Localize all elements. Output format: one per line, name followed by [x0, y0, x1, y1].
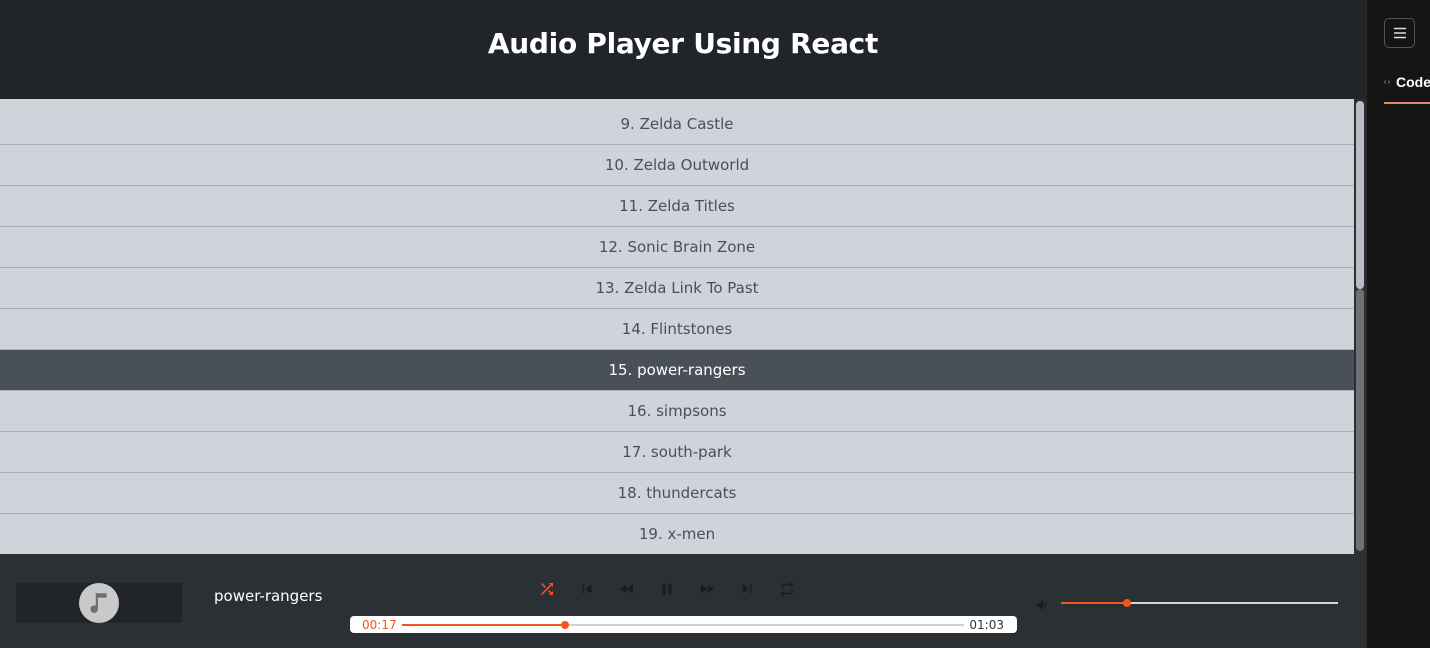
- skip-previous-icon: [582, 584, 592, 594]
- tab-code-label: Code: [1396, 74, 1430, 90]
- playlist-item[interactable]: 13. Zelda Link To Past: [0, 268, 1354, 309]
- page-title: Audio Player Using React: [487, 27, 879, 60]
- track-label: 13. Zelda Link To Past: [595, 279, 759, 297]
- scrollbar-thumb[interactable]: [1356, 101, 1364, 289]
- playlist-item[interactable]: 9. Zelda Castle: [0, 99, 1354, 145]
- track-label: 18. thundercats: [617, 484, 737, 502]
- track-label: 17. south-park: [622, 443, 732, 461]
- header: Audio Player Using React: [0, 0, 1366, 99]
- volume-handle[interactable]: [1123, 599, 1132, 607]
- track-label: 12. Sonic Brain Zone: [598, 238, 756, 256]
- playlist[interactable]: 9. Zelda Castle 10. Zelda Outworld 11. Z…: [0, 99, 1354, 554]
- menu-button[interactable]: [1384, 18, 1415, 48]
- playlist-item-active[interactable]: 15. power-rangers: [0, 350, 1354, 391]
- skip-next-icon: [742, 584, 752, 594]
- volume-icon: [1037, 599, 1046, 611]
- playlist-scrollbar[interactable]: [1354, 99, 1366, 554]
- fast-forward-button[interactable]: [687, 577, 727, 601]
- duration: 01:03: [969, 618, 1004, 632]
- volume-button[interactable]: [1035, 597, 1051, 613]
- pause-button[interactable]: [647, 577, 687, 601]
- side-panel: Code: [1366, 0, 1430, 648]
- code-icon: [1384, 80, 1390, 84]
- shuffle-button[interactable]: [527, 577, 567, 601]
- playlist-item[interactable]: 19. x-men: [0, 514, 1354, 554]
- playlist-item[interactable]: 16. simpsons: [0, 391, 1354, 432]
- track-label: 19. x-men: [638, 525, 716, 543]
- track-label: 9. Zelda Castle: [620, 115, 734, 133]
- progress-fill: [402, 624, 565, 626]
- playlist-item[interactable]: 17. south-park: [0, 432, 1354, 473]
- playlist-item[interactable]: 14. Flintstones: [0, 309, 1354, 350]
- pause-icon: [662, 583, 672, 595]
- fast-forward-icon: [701, 584, 715, 594]
- previous-track-button[interactable]: [567, 577, 607, 601]
- hamburger-icon: [1393, 27, 1406, 39]
- rewind-button[interactable]: [607, 577, 647, 601]
- progress-slider[interactable]: [402, 621, 964, 629]
- progress-handle[interactable]: [560, 621, 569, 629]
- volume-slider[interactable]: [1061, 599, 1338, 607]
- track-label: 15. power-rangers: [608, 361, 746, 379]
- playlist-item[interactable]: 18. thundercats: [0, 473, 1354, 514]
- playback-controls: [527, 577, 807, 601]
- music-note-icon: [79, 583, 119, 623]
- playlist-item[interactable]: 12. Sonic Brain Zone: [0, 227, 1354, 268]
- repeat-icon: [780, 581, 794, 597]
- rewind-icon: [619, 584, 633, 594]
- repeat-button[interactable]: [767, 577, 807, 601]
- tab-code[interactable]: Code: [1384, 62, 1430, 104]
- album-cover: [16, 583, 182, 623]
- scrollbar-track[interactable]: [1356, 289, 1364, 551]
- current-time: 00:17: [362, 618, 397, 632]
- next-track-button[interactable]: [727, 577, 767, 601]
- now-playing-title: power-rangers: [214, 587, 323, 605]
- audio-player-app: Audio Player Using React 9. Zelda Castle…: [0, 0, 1366, 648]
- player-bar: power-rangers 00:17 01:03: [0, 554, 1366, 648]
- shuffle-icon: [541, 583, 553, 595]
- progress-bar-container: 00:17 01:03: [350, 616, 1017, 633]
- playlist-item[interactable]: 11. Zelda Titles: [0, 186, 1354, 227]
- track-label: 16. simpsons: [627, 402, 727, 420]
- track-label: 14. Flintstones: [621, 320, 733, 338]
- track-label: 10. Zelda Outworld: [604, 156, 750, 174]
- track-label: 11. Zelda Titles: [619, 197, 735, 215]
- volume-fill: [1061, 602, 1128, 604]
- playlist-item[interactable]: 10. Zelda Outworld: [0, 145, 1354, 186]
